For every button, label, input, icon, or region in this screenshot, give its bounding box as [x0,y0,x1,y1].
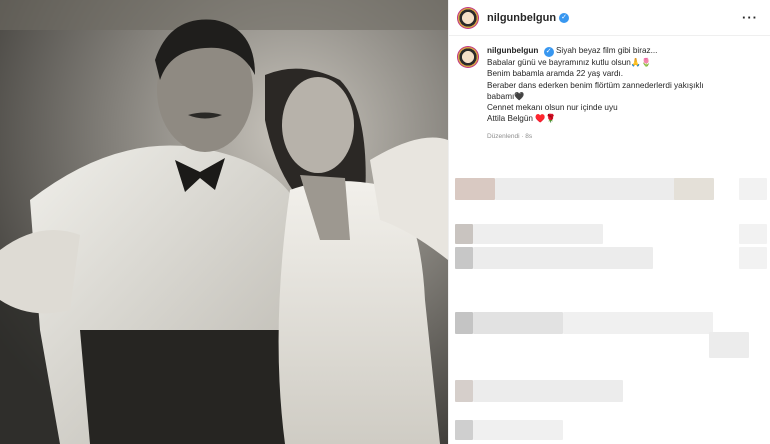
blurred-comment [455,247,473,269]
caption-line: Babalar günü ve bayramınız kutlu olsun🙏🌷 [487,58,652,67]
post-caption: nilgunbelgun ✓ Siyah beyaz film gibi bir… [449,36,770,142]
caption-username[interactable]: nilgunbelgun [487,46,538,55]
blurred-comment [739,178,767,200]
caption-line: Benim babamla aramda 22 yaş vardı. [487,69,624,79]
more-options-icon[interactable]: ··· [742,10,758,25]
caption-line: Attila Belgün ♥️🌹 [487,114,556,124]
blurred-comment [709,332,749,358]
post-details-panel: nilgunbelgun ✓ ··· nilgunbelgun ✓ Siyah … [448,0,770,444]
post-author-username[interactable]: nilgunbelgun [487,12,556,24]
blurred-comment [455,224,473,244]
blurred-comment [674,178,714,200]
verified-badge-icon: ✓ [543,47,554,57]
blurred-comment [739,247,767,269]
edited-timestamp: Düzenlendi · 8s [487,132,533,140]
post-photo[interactable] [0,0,448,444]
post-header: nilgunbelgun ✓ ··· [449,0,770,36]
blurred-comment [473,247,653,269]
blurred-comment [563,312,713,334]
blurred-comment [455,420,473,440]
blurred-comment [455,178,495,200]
blurred-comment [473,224,603,244]
caption-line: babamı🖤 [487,91,525,101]
caption-avatar[interactable] [457,46,479,68]
caption-line: Cennet mekanı olsun nur içinde uyu [487,103,618,113]
blurred-comments [449,152,770,444]
blurred-comment [455,380,473,402]
blurred-comment [455,312,473,334]
blurred-comment [739,224,767,244]
blurred-comment [473,420,563,440]
avatar[interactable] [457,6,479,29]
caption-line-1: nilgunbelgun ✓ Siyah beyaz film gibi bir… [487,45,704,57]
verified-badge-icon: ✓ [559,12,570,23]
vintage-photo-image [0,0,448,444]
caption-text: Siyah beyaz film gibi biraz... [555,46,658,55]
caption-line: Beraber dans ederken benim flörtüm zanne… [487,80,704,90]
blurred-comment [473,312,563,334]
blurred-comment [473,380,623,402]
caption-body: nilgunbelgun ✓ Siyah beyaz film gibi bir… [487,45,704,142]
